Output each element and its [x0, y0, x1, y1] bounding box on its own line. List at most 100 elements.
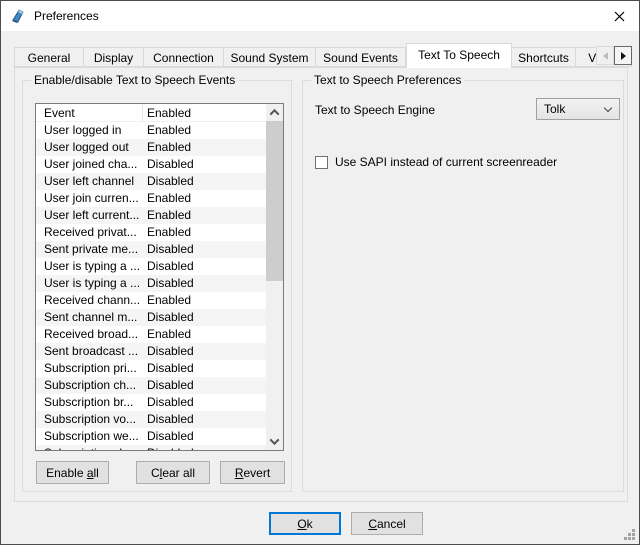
event-name: Subscription we... [36, 428, 143, 445]
scroll-down-button[interactable] [266, 433, 283, 450]
list-row[interactable]: User logged in Enabled [36, 122, 266, 139]
chevron-up-icon [270, 109, 280, 119]
event-state: Enabled [143, 207, 266, 224]
sapi-checkbox-row[interactable]: Use SAPI instead of current screenreader [315, 155, 557, 169]
event-state: Disabled [143, 275, 266, 292]
event-name: User joined cha... [36, 156, 143, 173]
list-row[interactable]: Sent private me... Disabled [36, 241, 266, 258]
revert-button[interactable]: Revert [220, 461, 285, 484]
column-header-event[interactable]: Event [36, 104, 143, 121]
titlebar[interactable]: Preferences [1, 1, 639, 31]
event-name: User logged out [36, 139, 143, 156]
event-state: Enabled [143, 326, 266, 343]
list-row[interactable]: Sent broadcast ... Disabled [36, 343, 266, 360]
tab-panel-text-to-speech: Enable/disable Text to Speech Events Eve… [14, 67, 628, 502]
list-scrollbar[interactable] [266, 104, 283, 450]
event-name: Subscription ch... [36, 377, 143, 394]
tab-sound-system[interactable]: Sound System [224, 47, 316, 67]
tts-engine-dropdown[interactable]: Tolk [536, 98, 620, 120]
preferences-dialog: Preferences Enable/disable Text to Speec… [0, 0, 640, 545]
event-state: Disabled [143, 428, 266, 445]
list-row[interactable]: User is typing a ... Disabled [36, 258, 266, 275]
event-state: Disabled [143, 258, 266, 275]
tab-strip: General Display Connection Sound System … [14, 43, 632, 69]
column-header-enabled[interactable]: Enabled [143, 104, 266, 121]
list-row[interactable]: User is typing a ... Disabled [36, 275, 266, 292]
event-state: Enabled [143, 292, 266, 309]
event-state: Enabled [143, 224, 266, 241]
close-icon [614, 11, 625, 22]
ok-button[interactable]: Ok [269, 512, 341, 535]
list-row[interactable]: Subscription ch... Disabled [36, 377, 266, 394]
event-state: Disabled [143, 156, 266, 173]
list-row[interactable]: Subscription vo... Disabled [36, 411, 266, 428]
scrollbar-thumb[interactable] [266, 121, 283, 281]
list-row[interactable]: Subscription ch... Disabled [36, 445, 266, 450]
tab-connection[interactable]: Connection [144, 47, 224, 67]
list-row[interactable]: User joined cha... Disabled [36, 156, 266, 173]
event-name: Subscription br... [36, 394, 143, 411]
tts-events-list[interactable]: Event Enabled User logged in Enabled Use… [35, 103, 284, 451]
arrow-left-icon [603, 52, 608, 60]
tab-scroll-right-button[interactable] [614, 46, 632, 65]
group-tts-preferences-title: Text to Speech Preferences [311, 73, 464, 87]
event-state: Disabled [143, 309, 266, 326]
list-row[interactable]: User join curren... Enabled [36, 190, 266, 207]
list-row[interactable]: Subscription we... Disabled [36, 428, 266, 445]
close-button[interactable] [606, 5, 632, 27]
event-name: Sent broadcast ... [36, 343, 143, 360]
chevron-down-icon [604, 104, 612, 112]
group-tts-events-title: Enable/disable Text to Speech Events [31, 73, 238, 87]
event-name: Sent private me... [36, 241, 143, 258]
list-row[interactable]: Received broad... Enabled [36, 326, 266, 343]
event-state: Disabled [143, 411, 266, 428]
list-row[interactable]: Sent channel m... Disabled [36, 309, 266, 326]
event-state: Disabled [143, 394, 266, 411]
tab-display[interactable]: Display [84, 47, 144, 67]
event-name: User is typing a ... [36, 275, 143, 292]
event-state: Disabled [143, 360, 266, 377]
event-name: Received broad... [36, 326, 143, 343]
enable-all-button[interactable]: Enable all [36, 461, 109, 484]
event-state: Disabled [143, 377, 266, 394]
list-row[interactable]: User logged out Enabled [36, 139, 266, 156]
list-row[interactable]: Subscription br... Disabled [36, 394, 266, 411]
list-body: User logged in Enabled User logged out E… [36, 122, 266, 450]
event-name: Subscription pri... [36, 360, 143, 377]
list-header[interactable]: Event Enabled [36, 104, 266, 122]
list-row[interactable]: User left channel Disabled [36, 173, 266, 190]
event-name: User left current... [36, 207, 143, 224]
sapi-checkbox-label: Use SAPI instead of current screenreader [335, 155, 557, 169]
tab-scroll-left-button[interactable] [596, 46, 614, 65]
clear-all-button[interactable]: Clear all [136, 461, 210, 484]
cancel-button[interactable]: Cancel [351, 512, 423, 535]
event-name: Received privat... [36, 224, 143, 241]
resize-grip[interactable] [623, 528, 635, 540]
tab-text-to-speech[interactable]: Text To Speech [406, 43, 512, 68]
event-state: Enabled [143, 190, 266, 207]
window-title: Preferences [34, 9, 99, 23]
event-state: Enabled [143, 139, 266, 156]
event-name: Received chann... [36, 292, 143, 309]
sapi-checkbox[interactable] [315, 156, 328, 169]
tts-engine-value: Tolk [544, 102, 565, 116]
event-name: Subscription vo... [36, 411, 143, 428]
event-name: Subscription ch... [36, 445, 143, 450]
tab-sound-events[interactable]: Sound Events [316, 47, 406, 67]
list-row[interactable]: Subscription pri... Disabled [36, 360, 266, 377]
tab-general[interactable]: General [14, 47, 84, 67]
event-state: Disabled [143, 445, 266, 450]
arrow-right-icon [621, 52, 626, 60]
tab-scroller [596, 46, 632, 65]
event-state: Disabled [143, 241, 266, 258]
event-name: User join curren... [36, 190, 143, 207]
event-name: User left channel [36, 173, 143, 190]
scroll-up-button[interactable] [266, 104, 283, 121]
list-row[interactable]: Received privat... Enabled [36, 224, 266, 241]
event-name: User is typing a ... [36, 258, 143, 275]
list-row[interactable]: User left current... Enabled [36, 207, 266, 224]
group-tts-preferences: Text to Speech Preferences Text to Speec… [302, 80, 624, 492]
list-row[interactable]: Received chann... Enabled [36, 292, 266, 309]
event-name: Sent channel m... [36, 309, 143, 326]
tab-shortcuts[interactable]: Shortcuts [512, 47, 576, 67]
